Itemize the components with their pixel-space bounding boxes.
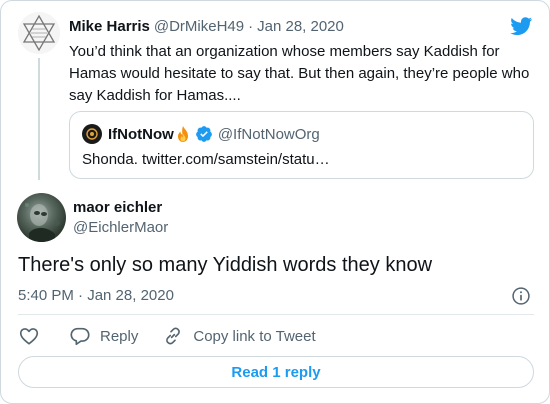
parent-date[interactable]: Jan 28, 2020 bbox=[257, 18, 344, 35]
link-icon bbox=[166, 327, 181, 345]
tweet-embed-card: Mike Harris @DrMikeH49 · Jan 28, 2020 Yo… bbox=[0, 0, 550, 404]
author-avatar[interactable] bbox=[17, 193, 66, 242]
parent-header: Mike Harris @DrMikeH49 · Jan 28, 2020 bbox=[69, 16, 344, 36]
quoted-tweet-header: IfNotNow @IfNotNowOrg bbox=[82, 124, 320, 144]
thread-line bbox=[38, 58, 40, 180]
copy-link-button[interactable]: Copy link to Tweet bbox=[162, 325, 316, 347]
divider bbox=[18, 314, 534, 315]
action-bar: Reply Copy link to Tweet bbox=[18, 323, 316, 349]
author-handle[interactable]: @EichlerMaor bbox=[73, 219, 168, 236]
reply-label: Reply bbox=[100, 327, 139, 345]
copy-link-label: Copy link to Tweet bbox=[193, 327, 316, 345]
reply-button[interactable]: Reply bbox=[69, 325, 138, 347]
quoted-tweet[interactable]: IfNotNow @IfNotNowOrg Shonda. twitter.co… bbox=[69, 111, 534, 179]
quoted-avatar bbox=[82, 124, 102, 144]
author-name[interactable]: maor eichler bbox=[73, 199, 162, 216]
tweet-text: There's only so many Yiddish words they … bbox=[18, 254, 433, 276]
ifnotnow-logo-icon bbox=[86, 128, 98, 140]
twitter-bird-icon[interactable] bbox=[509, 15, 534, 37]
read-replies-button[interactable]: Read 1 reply bbox=[18, 356, 534, 388]
reply-icon bbox=[70, 327, 90, 346]
quoted-tweet-text[interactable]: Shonda. twitter.com/samstein/statu… bbox=[82, 151, 330, 168]
parent-avatar[interactable] bbox=[18, 12, 60, 54]
verified-badge-icon bbox=[195, 125, 213, 143]
parent-author-handle[interactable]: @DrMikeH49 bbox=[154, 18, 244, 35]
heart-icon bbox=[19, 328, 39, 345]
parent-tweet-text: You’d think that an organization whose m… bbox=[69, 43, 530, 104]
star-of-david-icon bbox=[18, 12, 60, 54]
avatar-photo-icon bbox=[25, 203, 60, 242]
info-icon[interactable] bbox=[511, 286, 531, 306]
fire-emoji-icon bbox=[175, 125, 191, 143]
tweet-timestamp[interactable]: 5:40 PM · Jan 28, 2020 bbox=[18, 287, 174, 304]
quoted-author-handle: @IfNotNowOrg bbox=[217, 125, 320, 143]
separator-dot: · bbox=[248, 17, 254, 35]
quoted-author-name: IfNotNow bbox=[108, 125, 174, 143]
parent-author-name[interactable]: Mike Harris bbox=[69, 18, 150, 35]
like-button[interactable] bbox=[18, 325, 44, 347]
